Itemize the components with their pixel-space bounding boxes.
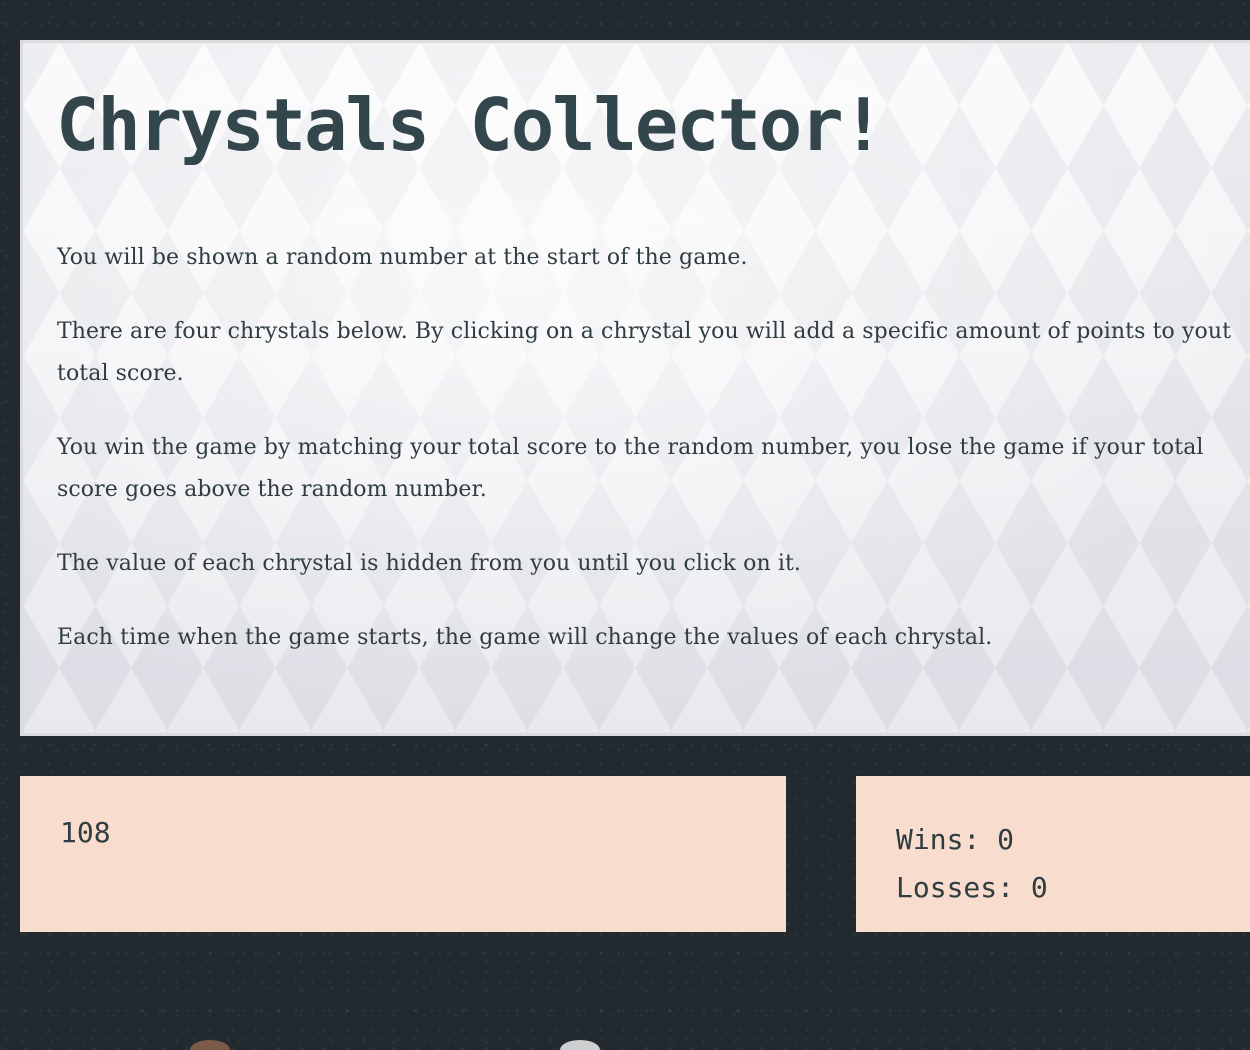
wins-row: Wins: 0 bbox=[896, 816, 1250, 864]
losses-row: Losses: 0 bbox=[896, 864, 1250, 912]
instructions-jumbotron: Chrystals Collector! You will be shown a… bbox=[20, 40, 1250, 736]
score-panel: Wins: 0 Losses: 0 bbox=[856, 776, 1250, 932]
losses-label: Losses: bbox=[896, 871, 1015, 904]
instructions-list: You will be shown a random number at the… bbox=[57, 237, 1247, 691]
wins-count: 0 bbox=[997, 823, 1015, 856]
instruction-text: You will be shown a random number at the… bbox=[57, 245, 748, 270]
random-number-panel: 108 bbox=[20, 776, 786, 932]
instruction-text: You win the game by matching your total … bbox=[57, 435, 1204, 502]
instruction-text: The value of each chrystal is hidden fro… bbox=[57, 551, 801, 576]
page-title: Chrystals Collector! bbox=[56, 83, 885, 167]
crystal-button[interactable] bbox=[190, 1040, 230, 1050]
instruction-text: There are four chrystals below. By click… bbox=[57, 319, 1232, 386]
wins-label: Wins: bbox=[896, 823, 981, 856]
instruction-text: Each time when the game starts, the game… bbox=[57, 625, 993, 650]
losses-count: 0 bbox=[1030, 871, 1048, 904]
random-number: 108 bbox=[60, 816, 111, 849]
crystal-button[interactable] bbox=[560, 1040, 600, 1050]
